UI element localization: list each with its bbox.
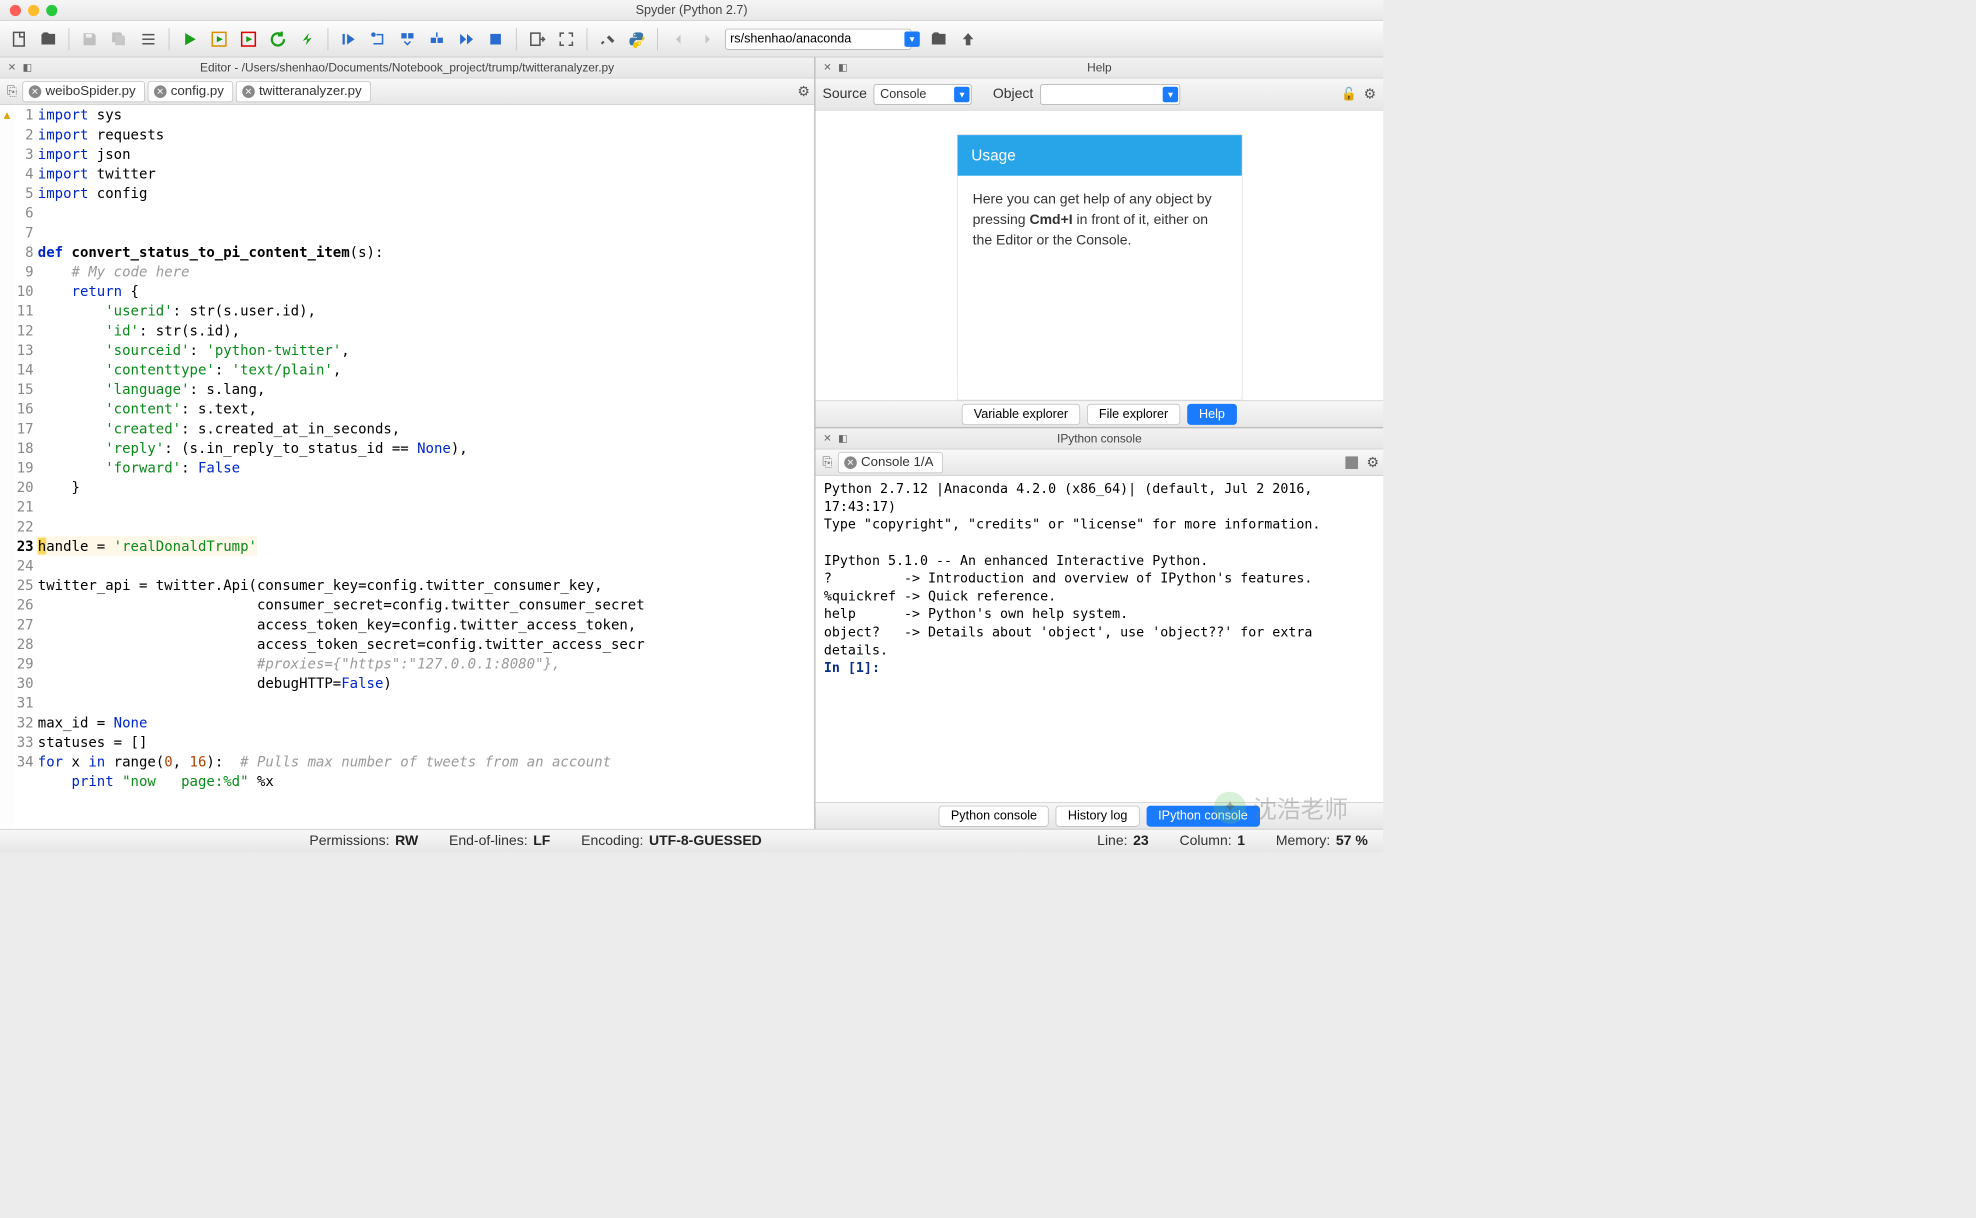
rerun-button[interactable] — [266, 27, 290, 51]
save-button[interactable] — [78, 27, 102, 51]
browse-dir-button[interactable] — [927, 27, 951, 51]
lock-icon[interactable]: 🔓 — [1341, 87, 1357, 102]
code-editor[interactable]: ▲ 12345678910111213141516171819202122232… — [0, 105, 814, 829]
fullscreen-button[interactable] — [554, 27, 578, 51]
tab-twitteranalyzer[interactable]: ✕twitteranalyzer.py — [236, 81, 371, 102]
outline-button[interactable] — [137, 27, 161, 51]
usage-text: Here you can get help of any object by p… — [957, 176, 1241, 265]
help-body: Usage Here you can get help of any objec… — [816, 111, 1384, 401]
run-cell-advance-button[interactable] — [237, 27, 261, 51]
preferences-button[interactable] — [596, 27, 620, 51]
working-dir-input[interactable] — [725, 28, 911, 49]
tab-python-console[interactable]: Python console — [939, 805, 1049, 826]
console-pane-header: ✕ ◧ IPython console — [816, 428, 1384, 449]
run-button[interactable] — [178, 27, 202, 51]
run-cell-button[interactable] — [207, 27, 231, 51]
tab-variable-explorer[interactable]: Variable explorer — [962, 404, 1080, 425]
back-button[interactable] — [666, 27, 690, 51]
close-tab-icon[interactable]: ✕ — [844, 456, 857, 469]
close-tab-icon[interactable]: ✕ — [154, 85, 167, 98]
statusbar: Permissions:RW End-of-lines:LF Encoding:… — [0, 829, 1383, 853]
new-file-button[interactable] — [7, 27, 31, 51]
kernel-status-icon — [1345, 456, 1358, 469]
step-over-button[interactable] — [396, 27, 420, 51]
help-toolbar: Source Console▼ Object ▼ 🔓 ⚙ — [816, 78, 1384, 110]
console-tab[interactable]: ✕Console 1/A — [838, 452, 943, 473]
close-tab-icon[interactable]: ✕ — [242, 85, 255, 98]
tab-history-log[interactable]: History log — [1056, 805, 1139, 826]
continue-button[interactable] — [454, 27, 478, 51]
forward-button[interactable] — [696, 27, 720, 51]
python-path-button[interactable] — [625, 27, 649, 51]
warning-icon: ▲ — [0, 108, 14, 121]
watermark: ✦沈浩老师 — [1214, 790, 1348, 824]
working-dir-dropdown[interactable]: ▼ — [904, 31, 919, 46]
object-select[interactable]: ▼ — [1040, 84, 1180, 105]
editor-tabs: ⎘ ✕weiboSpider.py ✕config.py ✕twitterana… — [0, 78, 814, 105]
tab-weibospider[interactable]: ✕weiboSpider.py — [22, 81, 144, 102]
save-all-button[interactable] — [107, 27, 131, 51]
console-options-icon[interactable]: ⚙ — [1366, 454, 1379, 472]
open-file-button[interactable] — [36, 27, 60, 51]
tab-config[interactable]: ✕config.py — [148, 81, 233, 102]
main-toolbar: ▼ — [0, 21, 1383, 57]
source-select[interactable]: Console▼ — [874, 84, 972, 105]
step-into-button[interactable] — [366, 27, 390, 51]
step-out-button[interactable] — [425, 27, 449, 51]
stop-button[interactable] — [484, 27, 508, 51]
titlebar: Spyder (Python 2.7) — [0, 0, 1383, 21]
help-pane-header: ✕ ◧ Help — [816, 57, 1384, 78]
tab-help[interactable]: Help — [1187, 404, 1237, 425]
parent-dir-button[interactable] — [956, 27, 980, 51]
run-config-button[interactable] — [295, 27, 319, 51]
ipython-console[interactable]: Python 2.7.12 |Anaconda 4.2.0 (x86_64)| … — [816, 476, 1384, 802]
usage-title: Usage — [957, 135, 1241, 176]
debug-step-button[interactable] — [337, 27, 361, 51]
editor-pane-header: ✕ ◧ Editor - /Users/shenhao/Documents/No… — [0, 57, 814, 78]
tab-list-button[interactable]: ⎘ — [820, 455, 835, 470]
tab-file-explorer[interactable]: File explorer — [1087, 404, 1180, 425]
window-title: Spyder (Python 2.7) — [0, 3, 1383, 18]
exit-debug-button[interactable] — [525, 27, 549, 51]
tab-list-button[interactable]: ⎘ — [4, 84, 19, 99]
source-label: Source — [823, 86, 867, 102]
help-options-icon[interactable]: ⚙ — [1364, 85, 1377, 103]
close-tab-icon[interactable]: ✕ — [29, 85, 42, 98]
editor-options-icon[interactable]: ⚙ — [797, 83, 810, 101]
console-tabs: ⎘ ✕Console 1/A ⚙ — [816, 449, 1384, 476]
object-label: Object — [993, 86, 1033, 102]
